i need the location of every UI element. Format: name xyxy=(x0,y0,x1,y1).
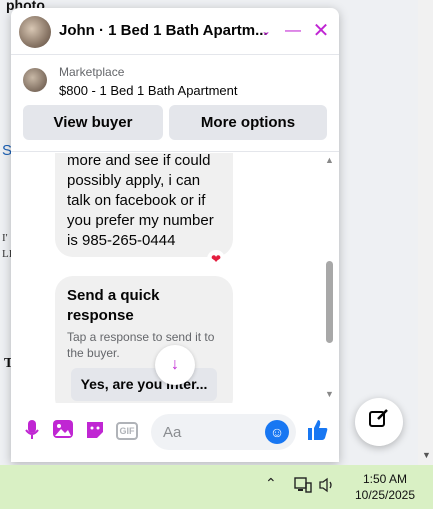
quick-response-card: Send a quick response Tap a response to … xyxy=(55,276,233,403)
quick-response-subtitle: Tap a response to send it to the buyer. xyxy=(67,330,215,360)
emoji-icon[interactable]: ☺ xyxy=(265,420,289,444)
scroll-up-arrow-icon[interactable]: ▲ xyxy=(325,155,334,165)
microphone-icon[interactable] xyxy=(21,420,43,442)
network-icon[interactable] xyxy=(294,477,312,497)
view-buyer-button[interactable]: View buyer xyxy=(23,105,163,140)
avatar[interactable] xyxy=(19,16,51,48)
clock-time: 1:50 AM xyxy=(362,472,408,486)
volume-icon[interactable] xyxy=(318,477,336,497)
chevron-down-icon[interactable]: ⌄ xyxy=(255,18,277,44)
message-list[interactable]: more and see if could possibly apply, i … xyxy=(11,153,339,403)
gif-icon[interactable]: GIF xyxy=(116,422,138,440)
system-clock[interactable]: 1:50 AM 10/25/2025 xyxy=(352,471,418,503)
minimize-icon[interactable]: — xyxy=(282,18,304,44)
page-scrollbar[interactable]: ▼ xyxy=(418,0,433,465)
scroll-down-arrow-icon[interactable]: ▼ xyxy=(325,389,334,399)
taskbar: ⌃ 1:50 AM 10/25/2025 xyxy=(0,465,433,509)
compose-icon xyxy=(369,409,389,433)
chat-header[interactable]: John · 1 Bed 1 Bath Apartm... ⌄ — ✕ xyxy=(11,8,339,55)
arrow-down-icon[interactable]: ↓ xyxy=(155,345,195,385)
quick-reply-button[interactable]: Yes, are you inter... xyxy=(71,368,217,401)
message-bubble[interactable]: more and see if could possibly apply, i … xyxy=(55,153,233,257)
message-input[interactable] xyxy=(163,422,263,442)
listing-title[interactable]: $800 - 1 Bed 1 Bath Apartment xyxy=(59,83,238,98)
more-options-button[interactable]: More options xyxy=(169,105,327,140)
chevron-up-icon[interactable]: ⌃ xyxy=(265,475,277,492)
composer: GIF ☺ xyxy=(11,406,339,462)
chat-title[interactable]: John · 1 Bed 1 Bath Apartm... xyxy=(59,22,268,39)
background-text-fragment: I' xyxy=(2,232,8,244)
scrollbar-thumb[interactable] xyxy=(326,261,333,343)
marketplace-label: Marketplace xyxy=(59,65,125,79)
photo-icon[interactable] xyxy=(52,420,74,442)
chat-scrollbar[interactable]: ▲ ▼ xyxy=(323,153,337,403)
heart-reaction-icon[interactable]: ❤ xyxy=(207,250,225,268)
message-input-wrapper[interactable]: ☺ xyxy=(151,414,296,450)
quick-response-title: Send a quick response xyxy=(67,287,160,324)
sticker-icon[interactable] xyxy=(84,420,106,442)
listing-thumbnail[interactable] xyxy=(23,68,47,92)
scroll-down-arrow-icon[interactable]: ▼ xyxy=(422,450,431,460)
new-message-button[interactable] xyxy=(355,398,403,446)
listing-card: Marketplace $800 - 1 Bed 1 Bath Apartmen… xyxy=(11,56,339,152)
chat-window: John · 1 Bed 1 Bath Apartm... ⌄ — ✕ Mark… xyxy=(11,8,339,462)
close-icon[interactable]: ✕ xyxy=(310,18,332,44)
clock-date: 10/25/2025 xyxy=(354,488,416,502)
thumbs-up-icon[interactable] xyxy=(305,418,331,444)
